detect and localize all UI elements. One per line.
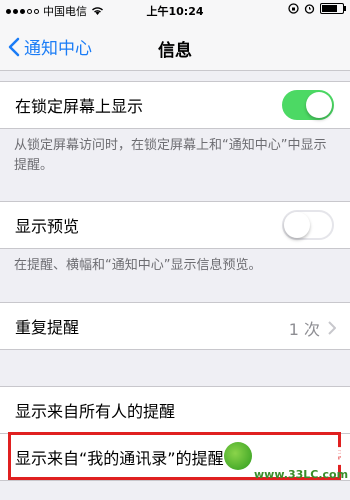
lock-rotation-icon xyxy=(288,3,299,14)
preview-label: 显示预览 xyxy=(15,217,80,236)
lock-screen-footer: 从锁定屏幕访问时，在锁定屏幕上和“通知中心”中显示提醒。 xyxy=(14,138,327,173)
alerts-everyone-label: 显示来自所有人的提醒 xyxy=(15,402,176,421)
repeat-label: 重复提醒 xyxy=(15,318,80,337)
navigation-bar: 通知中心 信息 xyxy=(0,20,350,71)
repeat-detail: 1 次 xyxy=(289,316,336,340)
watermark: 绿茶软件园 www.33LC.com xyxy=(224,436,348,486)
lock-screen-cell: 在锁定屏幕上显示 xyxy=(0,82,350,128)
repeat-value: 1 次 xyxy=(288,320,320,339)
battery-icon xyxy=(320,3,346,14)
alarm-icon xyxy=(304,4,315,14)
chevron-right-icon xyxy=(328,321,336,335)
battery-fill xyxy=(322,5,337,12)
lock-screen-toggle[interactable] xyxy=(282,90,334,120)
lock-screen-group: 在锁定屏幕上显示 xyxy=(0,81,350,129)
watermark-logo-icon xyxy=(224,442,252,470)
lock-screen-label: 在锁定屏幕上显示 xyxy=(15,97,144,116)
preview-group: 显示预览 xyxy=(0,201,350,249)
toggle-knob xyxy=(284,212,310,238)
alerts-everyone-cell[interactable]: 显示来自所有人的提醒 xyxy=(0,387,350,433)
status-right xyxy=(288,3,346,14)
preview-toggle[interactable] xyxy=(282,210,334,240)
repeat-cell[interactable]: 重复提醒 1 次 xyxy=(0,303,350,349)
status-bar: 中国电信 上午10:24 xyxy=(0,0,350,20)
repeat-group: 重复提醒 1 次 xyxy=(0,302,350,350)
preview-footer: 在提醒、横幅和“通知中心”显示信息预览。 xyxy=(14,258,262,273)
watermark-url: www.33LC.com xyxy=(254,468,349,481)
toggle-knob xyxy=(306,92,332,118)
page-title: 信息 xyxy=(158,41,192,61)
preview-cell: 显示预览 xyxy=(0,202,350,248)
watermark-title: 绿茶软件园 xyxy=(254,446,346,469)
